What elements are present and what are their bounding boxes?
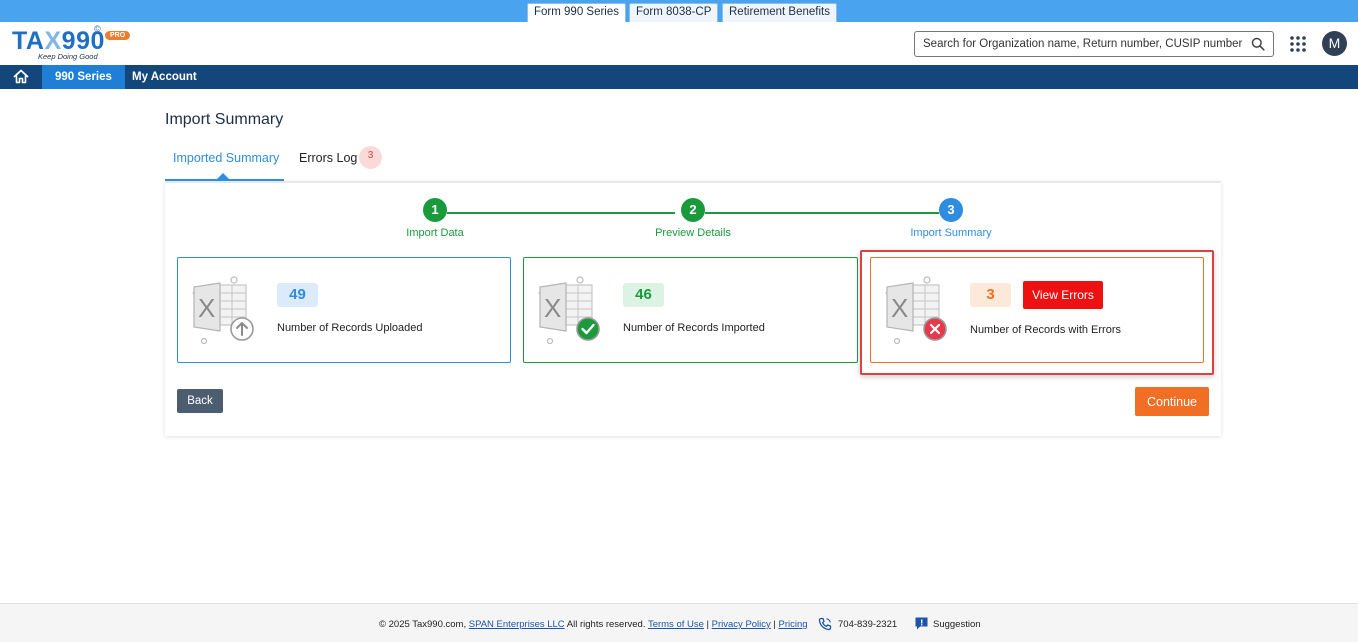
footer-suggestion[interactable]: Suggestion <box>933 619 981 630</box>
excel-error-icon: X <box>885 276 947 345</box>
step-connector-2 <box>705 212 939 214</box>
errors-count-badge: 3 <box>359 146 382 169</box>
step-1-label: Import Data <box>406 227 464 239</box>
header: TAX990 © PRO Keep Doing Good M <box>0 22 1358 65</box>
logo-tagline: Keep Doing Good <box>38 52 98 61</box>
step-3-circle: 3 <box>939 198 963 222</box>
pro-badge: PRO <box>105 31 131 40</box>
active-tab-caret <box>216 173 230 180</box>
records-imported-card: X 46 Number of Records Imported <box>523 257 858 363</box>
search-icon[interactable] <box>1251 37 1265 51</box>
continue-button[interactable]: Continue <box>1135 387 1209 416</box>
page-title: Import Summary <box>165 111 284 128</box>
footer-phone: 704-839-2321 <box>838 619 898 630</box>
step-1-circle: 1 <box>423 198 447 222</box>
user-avatar[interactable]: M <box>1322 31 1347 56</box>
imported-count: 46 <box>623 283 664 307</box>
excel-success-icon: X <box>538 276 600 345</box>
step-3-label: Import Summary <box>910 227 992 239</box>
errors-count: 3 <box>970 283 1011 307</box>
footer-privacy-link[interactable]: Privacy Policy <box>712 619 771 630</box>
nav-home[interactable] <box>0 65 42 89</box>
tab-form-990-series[interactable]: Form 990 Series <box>527 3 627 22</box>
footer-pricing-link[interactable]: Pricing <box>779 619 808 630</box>
uploaded-count: 49 <box>277 283 318 307</box>
footer-company-link[interactable]: SPAN Enterprises LLC <box>469 619 565 630</box>
back-button[interactable]: Back <box>177 389 223 413</box>
phone-icon <box>818 617 832 631</box>
apps-grid-icon[interactable] <box>1289 35 1307 53</box>
svg-text:X: X <box>544 293 561 323</box>
tab-form-8038-cp[interactable]: Form 8038-CP <box>629 3 719 22</box>
svg-text:X: X <box>891 293 908 323</box>
footer: © 2025 Tax990.com, SPAN Enterprises LLC … <box>0 603 1358 642</box>
tab-imported-summary[interactable]: Imported Summary <box>173 151 279 165</box>
home-icon <box>13 69 29 84</box>
suggestion-icon[interactable] <box>914 616 929 631</box>
tax990-logo[interactable]: TAX990 © PRO Keep Doing Good <box>12 24 132 63</box>
search-input[interactable] <box>915 32 1245 56</box>
uploaded-label: Number of Records Uploaded <box>277 322 423 334</box>
view-errors-button[interactable]: View Errors <box>1023 281 1103 309</box>
tab-errors-log[interactable]: Errors Log <box>299 151 357 165</box>
excel-upload-icon: X <box>192 276 254 345</box>
product-tab-strip: Form 990 Series Form 8038-CP Retirement … <box>0 0 1358 22</box>
errors-label: Number of Records with Errors <box>970 324 1121 336</box>
search-box <box>914 31 1274 57</box>
nav-my-account[interactable]: My Account <box>119 65 210 89</box>
step-2-label: Preview Details <box>655 227 731 239</box>
footer-terms-link[interactable]: Terms of Use <box>648 619 704 630</box>
records-uploaded-card: X 49 Number of Records Uploaded <box>177 257 511 363</box>
footer-links: © 2025 Tax990.com, SPAN Enterprises LLC … <box>379 619 808 630</box>
records-errors-card: X 3 View Errors Number of Records with E… <box>870 257 1204 363</box>
footer-rights: All rights reserved. <box>566 619 646 630</box>
main-nav: 990 Series My Account <box>0 65 1358 89</box>
tab-retirement-benefits[interactable]: Retirement Benefits <box>722 3 837 22</box>
step-2-circle: 2 <box>681 198 705 222</box>
nav-990-series[interactable]: 990 Series <box>42 65 125 89</box>
step-connector-1 <box>447 212 675 214</box>
imported-label: Number of Records Imported <box>623 322 765 334</box>
svg-text:X: X <box>198 293 215 323</box>
footer-copyright: © 2025 Tax990.com, <box>379 619 467 630</box>
